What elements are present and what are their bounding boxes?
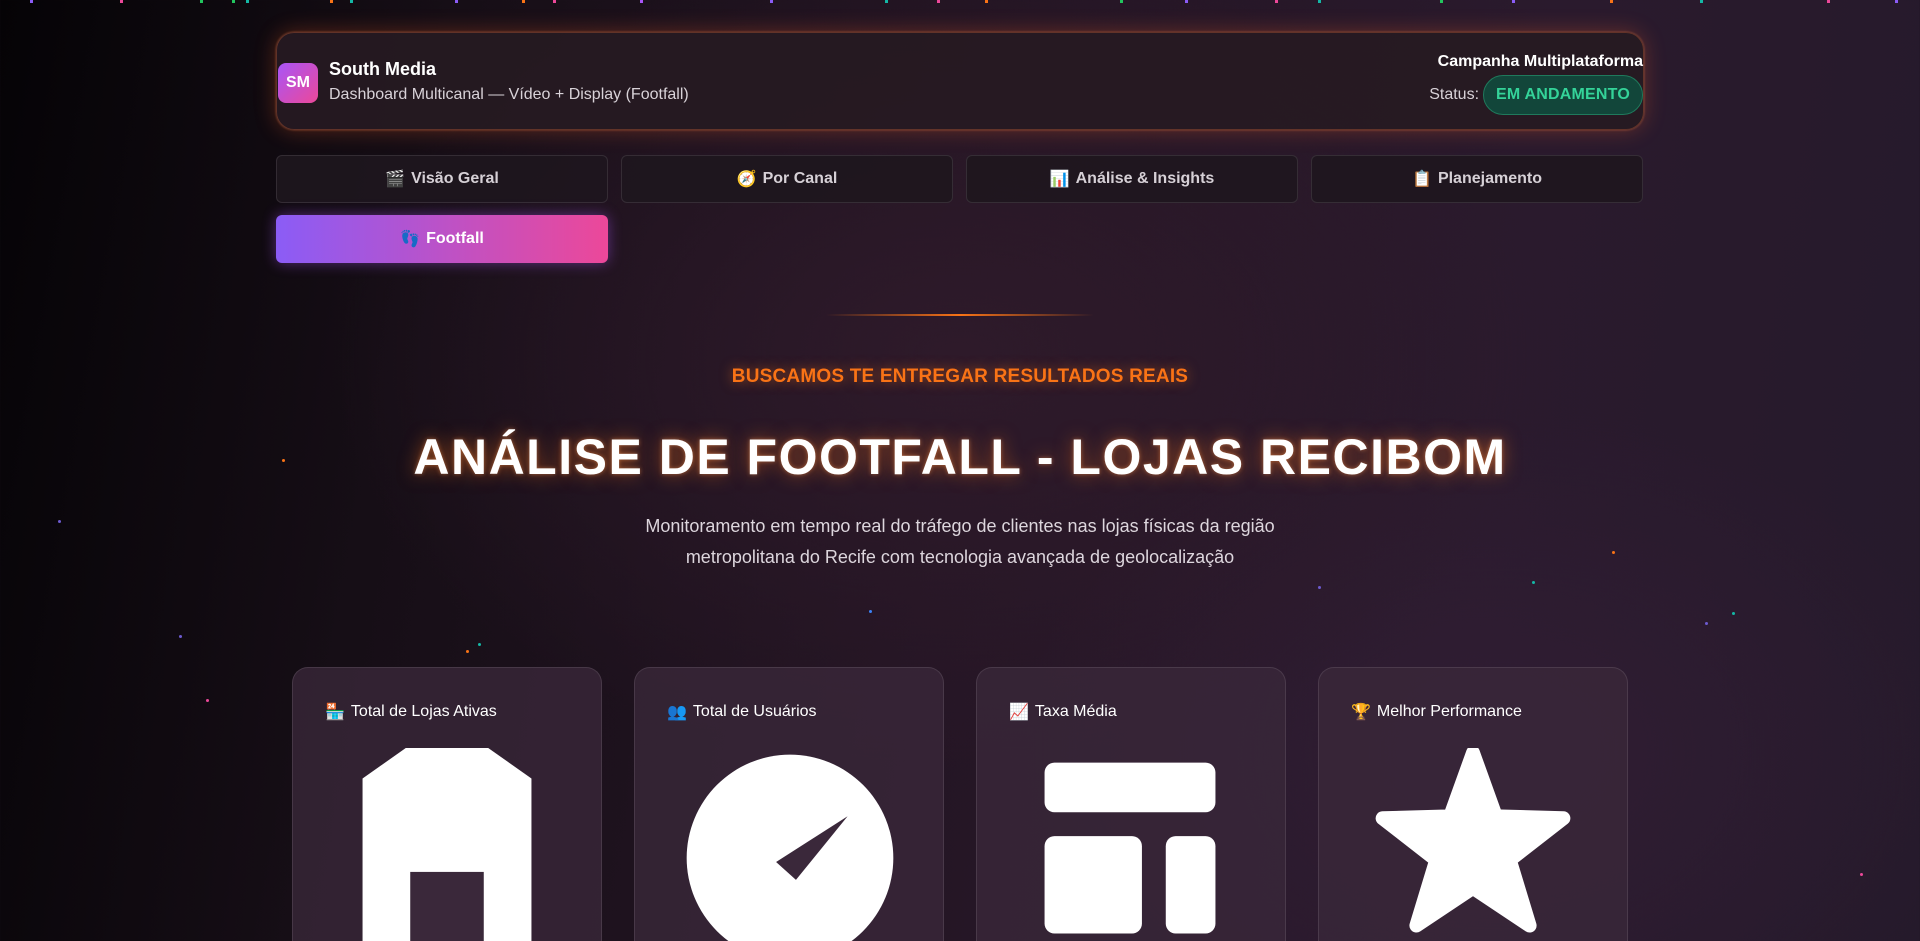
tab-por-canal[interactable]: 🧭 Por Canal bbox=[621, 155, 953, 203]
star-icon bbox=[1375, 748, 1571, 933]
top-particle-strip bbox=[30, 0, 1898, 3]
card-title: 📈 Taxa Média bbox=[1009, 702, 1117, 722]
status-badge: EM ANDAMENTO bbox=[1483, 75, 1643, 115]
layout-icon bbox=[1044, 762, 1216, 934]
card-title: 🏪 Total de Lojas Ativas bbox=[325, 702, 497, 722]
card-title: 🏆 Melhor Performance bbox=[1351, 702, 1522, 722]
metric-card-usuarios: 👥 Total de Usuários bbox=[634, 667, 944, 941]
metric-card-taxa-media: 📈 Taxa Média bbox=[976, 667, 1286, 941]
card-label: Total de Lojas Ativas bbox=[350, 703, 497, 720]
clipboard-icon: 📋 bbox=[1412, 171, 1432, 188]
metric-card-melhor-performance: 🏆 Melhor Performance bbox=[1318, 667, 1628, 941]
compass-icon bbox=[686, 754, 894, 941]
tab-label: Visão Geral bbox=[411, 170, 499, 187]
compass-icon: 🧭 bbox=[736, 171, 757, 188]
store-icon: 🏪 bbox=[325, 704, 345, 721]
card-label: Melhor Performance bbox=[1376, 703, 1522, 720]
tab-label: Análise & Insights bbox=[1075, 170, 1215, 187]
tab-visao-geral[interactable]: 🎬 Visão Geral bbox=[276, 155, 608, 203]
card-label: Taxa Média bbox=[1034, 703, 1117, 720]
hero-eyebrow: BUSCAMOS TE ENTREGAR RESULTADOS REAIS bbox=[731, 366, 1189, 387]
brand-subtitle: Dashboard Multicanal — Vídeo + Display (… bbox=[329, 86, 689, 103]
bar-chart-icon: 📊 bbox=[1049, 171, 1070, 188]
house-icon bbox=[362, 748, 532, 941]
footprints-icon: 👣 bbox=[400, 231, 421, 248]
tab-label: Por Canal bbox=[762, 170, 838, 187]
users-icon: 👥 bbox=[667, 704, 687, 721]
section-divider bbox=[826, 314, 1094, 316]
trophy-icon: 🏆 bbox=[1351, 704, 1371, 721]
card-label: Total de Usuários bbox=[692, 703, 817, 720]
page-title: ANÁLISE DE FOOTFALL - LOJAS RECIBOM bbox=[413, 429, 1507, 485]
tab-planejamento[interactable]: 📋 Planejamento bbox=[1311, 155, 1643, 203]
brand-name: South Media bbox=[329, 59, 436, 79]
hero-description: Monitoramento em tempo real do tráfego d… bbox=[645, 516, 1275, 567]
campaign-status: Status: EM ANDAMENTO bbox=[1429, 75, 1643, 115]
brand-logo: SM bbox=[278, 63, 318, 103]
clapperboard-icon: 🎬 bbox=[385, 171, 406, 188]
card-title: 👥 Total de Usuários bbox=[667, 702, 817, 722]
tab-label: Planejamento bbox=[1437, 170, 1542, 187]
tab-analise-insights[interactable]: 📊 Análise & Insights bbox=[966, 155, 1298, 203]
chart-up-icon: 📈 bbox=[1009, 704, 1029, 721]
campaign-title: Campanha Multiplataforma bbox=[1437, 53, 1643, 70]
status-label: Status: bbox=[1429, 86, 1480, 103]
app-header: SM South Media Dashboard Multicanal — Ví… bbox=[276, 32, 1644, 130]
metric-card-lojas-ativas: 🏪 Total de Lojas Ativas bbox=[292, 667, 602, 941]
tab-label: Footfall bbox=[426, 230, 484, 247]
tab-footfall[interactable]: 👣 Footfall bbox=[276, 215, 608, 263]
